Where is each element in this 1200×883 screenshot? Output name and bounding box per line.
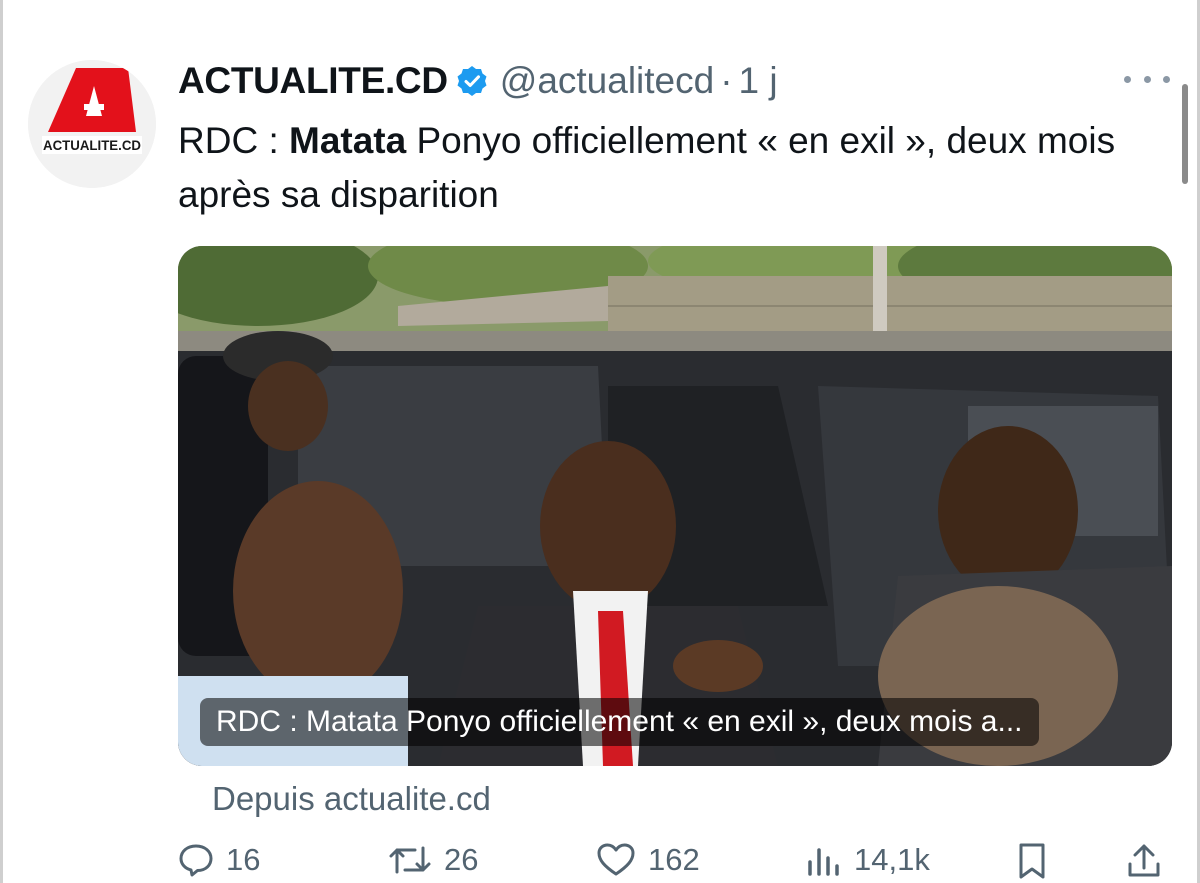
timestamp[interactable]: 1 j	[739, 60, 778, 102]
like-button[interactable]: 162	[596, 842, 700, 878]
like-icon	[596, 842, 636, 878]
retweet-button[interactable]: 26	[388, 842, 478, 878]
avatar[interactable]: ACTUALITE.CD	[28, 60, 156, 188]
views-button[interactable]: 14,1k	[806, 842, 930, 878]
retweet-icon	[388, 842, 432, 878]
card-caption: RDC : Matata Ponyo officiellement « en e…	[200, 698, 1039, 746]
separator-dot: ·	[720, 60, 733, 101]
more-options-icon[interactable]	[1124, 64, 1170, 94]
tweet-text-prefix: RDC :	[178, 120, 289, 161]
scrollbar[interactable]	[1182, 84, 1188, 184]
reply-count: 16	[226, 842, 261, 877]
bookmark-button[interactable]	[1016, 842, 1048, 880]
svg-text:ACTUALITE.CD: ACTUALITE.CD	[43, 137, 141, 153]
card-photo	[178, 246, 1172, 766]
bookmark-icon	[1016, 842, 1048, 880]
verified-badge-icon	[456, 65, 488, 97]
reply-icon	[178, 842, 214, 878]
like-count: 162	[648, 842, 700, 877]
link-card[interactable]: RDC : Matata Ponyo officiellement « en e…	[178, 246, 1172, 766]
share-icon	[1126, 842, 1162, 880]
actualite-logo: ACTUALITE.CD	[28, 60, 156, 188]
action-bar: 16 26 162 14,1k	[178, 842, 1168, 883]
share-button[interactable]	[1126, 842, 1162, 880]
views-icon	[806, 842, 842, 878]
user-handle[interactable]: @actualitecd	[500, 60, 714, 102]
retweet-count: 26	[444, 842, 479, 877]
reply-button[interactable]: 16	[178, 842, 260, 878]
tweet-text-bold: Matata	[289, 120, 407, 161]
tweet-header: ACTUALITE.CD @actualitecd · 1 j	[178, 56, 778, 106]
tweet-text: RDC : Matata Ponyo officiellement « en e…	[178, 114, 1178, 222]
views-count: 14,1k	[854, 842, 930, 877]
card-source[interactable]: Depuis actualite.cd	[212, 780, 491, 818]
display-name[interactable]: ACTUALITE.CD	[178, 60, 448, 102]
